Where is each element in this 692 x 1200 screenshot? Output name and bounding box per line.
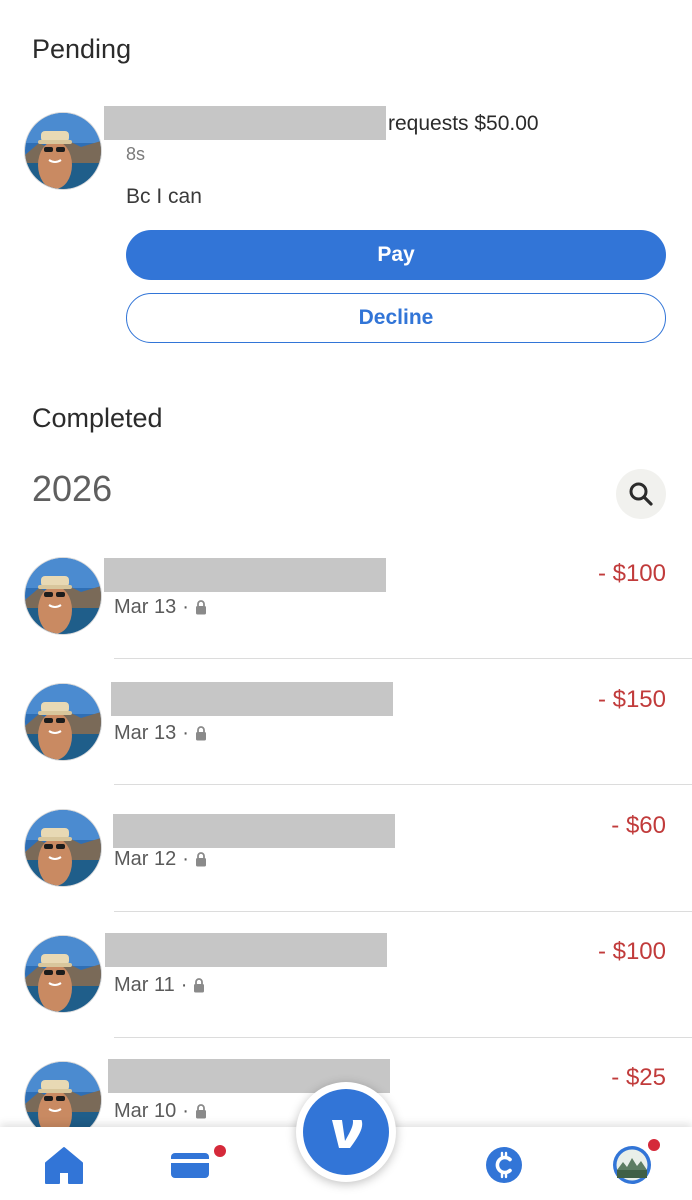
lock-icon [195, 1104, 207, 1119]
requester-avatar[interactable] [25, 113, 101, 189]
profile-avatar [613, 1146, 651, 1184]
pending-heading: Pending [32, 34, 132, 64]
transaction-row[interactable]: Mar 12 · - $60 [0, 810, 692, 936]
redacted-recipient-name [105, 933, 387, 967]
date-separator: · [182, 596, 189, 618]
redacted-requester-name [104, 106, 386, 140]
redacted-recipient-name [113, 814, 395, 848]
request-action-text: requests $50.00 [388, 112, 539, 135]
transaction-date-text: Mar 11 [114, 974, 175, 996]
row-divider [114, 911, 692, 912]
transaction-amount: - $150 [597, 686, 666, 713]
pay-button[interactable]: Pay [126, 230, 666, 280]
transaction-row[interactable]: Mar 13 · - $150 [0, 682, 692, 810]
profile-notification-badge [648, 1139, 660, 1151]
date-separator: · [182, 848, 189, 870]
transaction-date: Mar 13 · [114, 596, 207, 619]
nav-home[interactable] [40, 1141, 88, 1189]
transaction-amount: - $60 [611, 812, 666, 839]
redacted-recipient-name [111, 682, 393, 716]
transaction-amount: - $100 [597, 560, 666, 587]
nav-crypto[interactable] [480, 1141, 528, 1189]
lock-icon [195, 600, 207, 615]
transaction-amount: - $100 [597, 938, 666, 965]
date-separator: · [180, 974, 188, 996]
lock-icon [193, 978, 205, 993]
date-separator: · [182, 1100, 189, 1122]
transaction-date-text: Mar 13 [114, 596, 177, 618]
row-divider [114, 784, 692, 785]
card-notification-badge [214, 1145, 226, 1157]
transaction-amount: - $25 [611, 1064, 666, 1091]
transaction-date-text: Mar 12 [114, 848, 177, 870]
transaction-avatar [25, 936, 101, 1012]
decline-button[interactable]: Decline [126, 293, 666, 343]
row-divider [114, 658, 692, 659]
year-heading: 2026 [32, 468, 113, 509]
date-separator: · [182, 722, 189, 744]
request-time-ago: 8s [126, 144, 146, 164]
completed-heading: Completed [32, 403, 163, 433]
nav-cards[interactable] [166, 1141, 226, 1189]
crypto-icon [486, 1147, 522, 1183]
request-note: Bc I can [126, 185, 202, 208]
transaction-date-text: Mar 10 [114, 1100, 177, 1122]
home-icon [45, 1147, 83, 1184]
transaction-date: Mar 12 · [114, 848, 207, 871]
nav-profile[interactable] [608, 1139, 660, 1189]
venmo-pay-request-button[interactable] [296, 1082, 396, 1182]
venmo-logo-icon [303, 1089, 389, 1175]
search-icon [629, 482, 653, 506]
transaction-date: Mar 10 · [114, 1100, 207, 1123]
lock-icon [195, 852, 207, 867]
transaction-avatar [25, 810, 101, 886]
transaction-date-text: Mar 13 [114, 722, 177, 744]
redacted-recipient-name [104, 558, 386, 592]
lock-icon [195, 726, 207, 741]
transaction-avatar [25, 684, 101, 760]
transaction-avatar [25, 558, 101, 634]
transaction-row[interactable]: Mar 13 · - $100 [0, 558, 692, 684]
transaction-row[interactable]: Mar 11 · - $100 [0, 933, 692, 1062]
row-divider [114, 1037, 692, 1038]
venmo-v-glyph [332, 1120, 363, 1148]
transaction-date: Mar 13 · [114, 722, 207, 745]
transaction-date: Mar 11 · [114, 974, 205, 997]
search-button[interactable] [616, 469, 666, 519]
card-icon [171, 1153, 209, 1178]
